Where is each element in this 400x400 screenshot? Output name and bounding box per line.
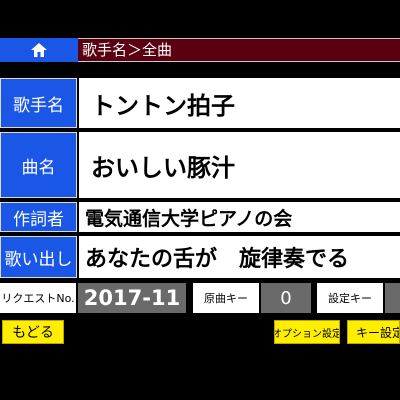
options-button[interactable]: オプション設定 xyxy=(274,320,340,344)
home-icon xyxy=(31,43,47,57)
original-key-label: 原曲キー xyxy=(193,283,259,313)
lyricist-value: 電気通信大学ピアノの会 xyxy=(79,202,400,232)
request-no-value: 2017-11 xyxy=(78,283,186,313)
original-key-value: 0 xyxy=(261,283,311,313)
song-value: おいしい豚汁 xyxy=(79,132,400,198)
home-button[interactable] xyxy=(0,38,78,62)
set-key-label: 設定キー xyxy=(317,283,383,313)
key-setting-button[interactable]: キー設定 xyxy=(347,320,400,344)
artist-value: トントン拍子 xyxy=(79,78,400,128)
back-button[interactable]: もどる xyxy=(2,320,64,344)
set-key-value xyxy=(385,283,400,313)
artist-label: 歌手名 xyxy=(0,78,77,128)
breadcrumb: 歌手名＞全曲 xyxy=(82,41,173,59)
song-label: 曲名 xyxy=(0,132,77,198)
request-no-label: リクエストNo. xyxy=(0,283,76,313)
lyricist-label: 作詞者 xyxy=(0,202,77,232)
opening-label: 歌い出し xyxy=(0,236,77,278)
opening-value: あなたの舌が 旋律奏でる xyxy=(79,236,400,278)
